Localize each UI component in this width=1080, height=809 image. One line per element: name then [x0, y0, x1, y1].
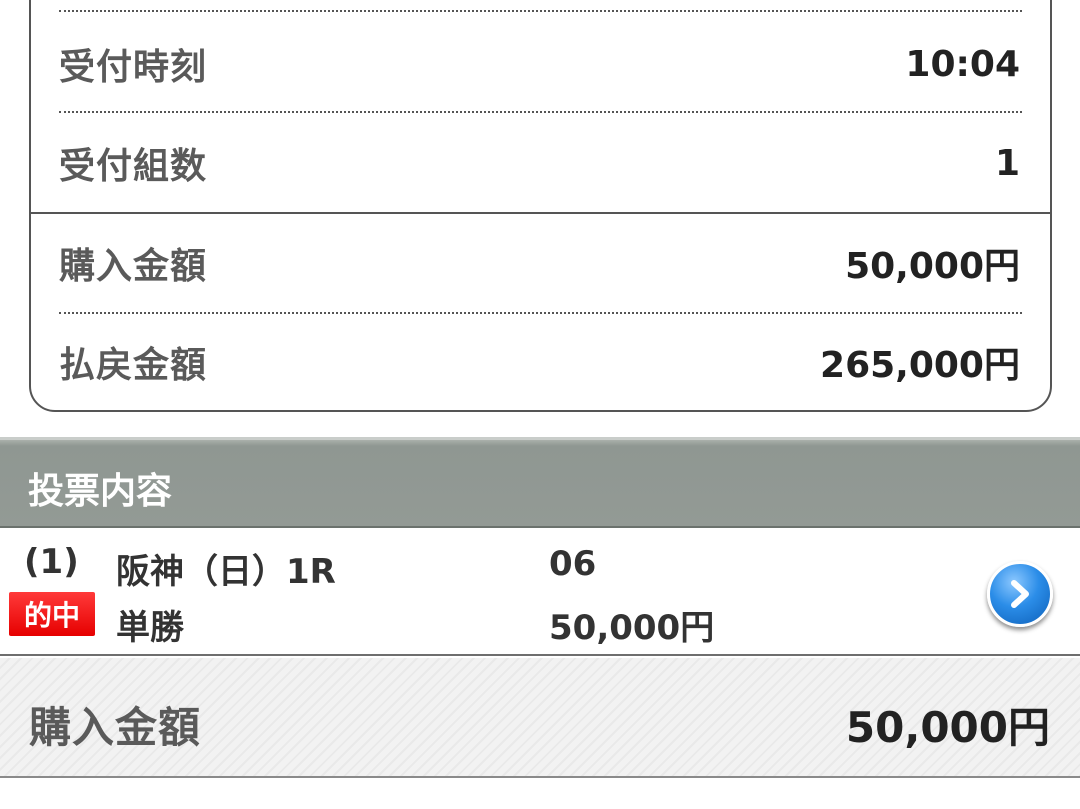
bet-type: 単勝	[116, 608, 184, 648]
screen: 受付時刻 10:04 受付組数 1 購入金額 50,000円 払戻金額 265,…	[0, 0, 1080, 809]
purchase-amount-value: 50,000円	[845, 246, 1020, 287]
bet-amount: 50,000円	[549, 608, 715, 648]
payout-amount-value: 265,000円	[820, 345, 1020, 386]
payout-amount-label: 払戻金額	[59, 345, 208, 386]
reception-count-value: 1	[994, 142, 1020, 184]
divider	[59, 111, 1022, 113]
reception-time-label: 受付時刻	[59, 47, 208, 88]
section-title: 投票内容	[28, 471, 173, 512]
reception-time-row: 受付時刻 10:04	[31, 18, 1050, 110]
total-bar: 購入金額 50,000円	[0, 658, 1080, 778]
bet-list-item[interactable]: (1) 阪神（日）1R 06 的中 単勝 50,000円	[0, 528, 1080, 656]
race-name: 阪神（日）1R	[116, 552, 336, 592]
section-header: 投票内容	[0, 437, 1080, 528]
total-label: 購入金額	[29, 703, 202, 752]
purchase-amount-label: 購入金額	[59, 246, 208, 287]
purchase-amount-row: 購入金額 50,000円	[31, 214, 1050, 312]
hit-badge: 的中	[9, 592, 95, 636]
divider	[59, 10, 1022, 12]
bet-number: (1)	[24, 542, 79, 582]
reception-time-value: 10:04	[905, 43, 1020, 85]
chevron-right-icon	[1011, 580, 1029, 608]
summary-card: 受付時刻 10:04 受付組数 1 購入金額 50,000円 払戻金額 265,…	[29, 0, 1052, 412]
reception-count-row: 受付組数 1	[31, 114, 1050, 212]
reception-count-label: 受付組数	[59, 146, 208, 187]
horse-number: 06	[549, 544, 597, 584]
detail-button[interactable]	[987, 561, 1053, 627]
total-value: 50,000円	[845, 703, 1050, 752]
payout-amount-row: 払戻金額 265,000円	[31, 314, 1050, 410]
